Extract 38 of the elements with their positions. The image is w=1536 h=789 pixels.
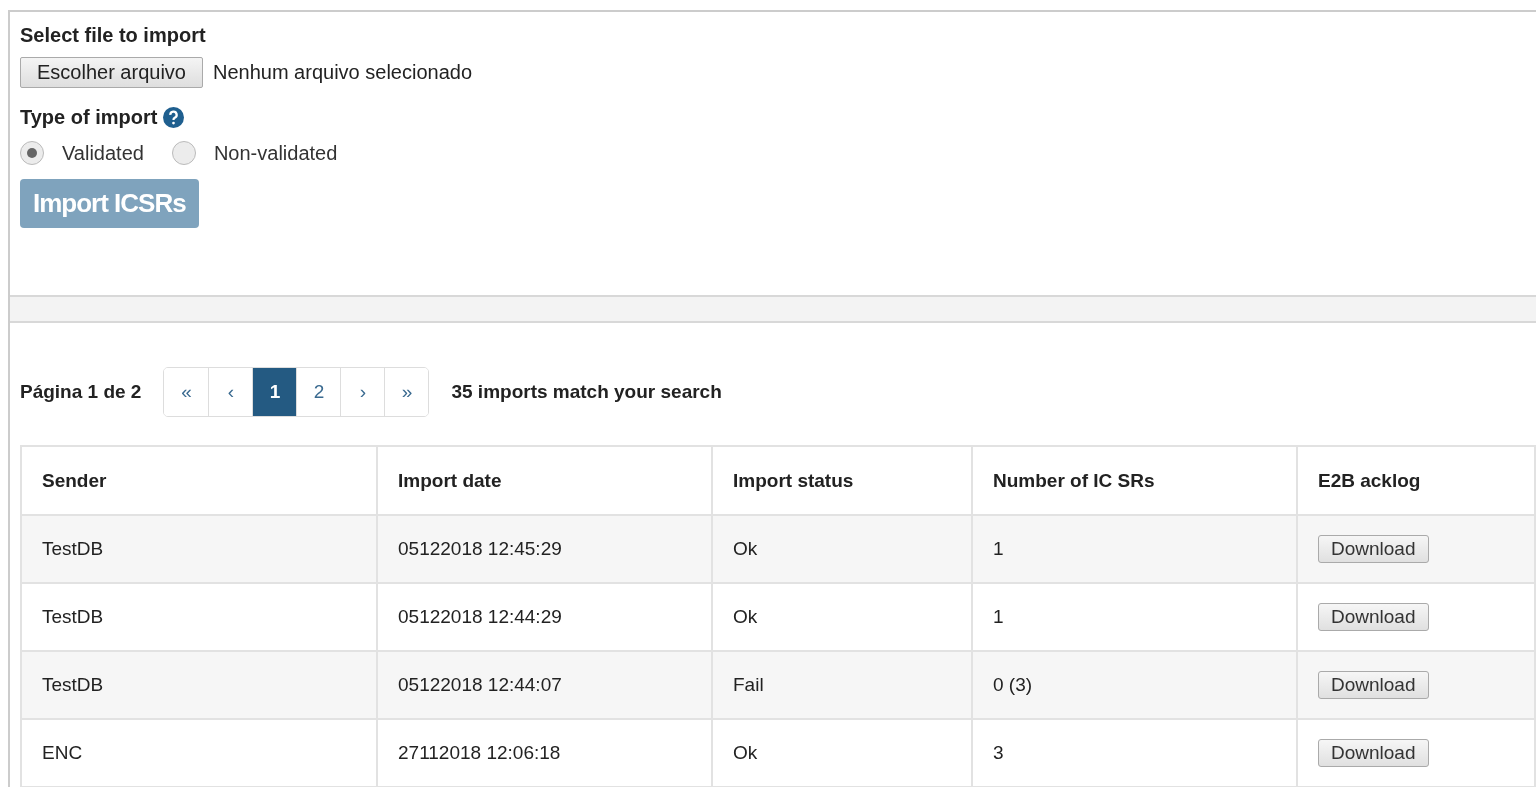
table-cell: Ok	[712, 515, 972, 583]
page-link[interactable]: »	[384, 368, 429, 416]
download-button[interactable]: Download	[1318, 671, 1429, 699]
column-header: E2B acklog	[1297, 446, 1535, 515]
table-cell: TestDB	[21, 583, 377, 651]
download-button[interactable]: Download	[1318, 739, 1429, 767]
table-cell: 27112018 12:06:18	[377, 719, 712, 787]
page-link[interactable]: 1	[252, 368, 297, 416]
download-button[interactable]: Download	[1318, 603, 1429, 631]
column-header: Sender	[21, 446, 377, 515]
radio-label: Validated	[62, 141, 144, 165]
table-cell: 05122018 12:45:29	[377, 515, 712, 583]
column-header: Import date	[377, 446, 712, 515]
help-icon[interactable]	[163, 107, 185, 128]
table-cell: 05122018 12:44:07	[377, 651, 712, 719]
table-cell: 1	[972, 515, 1297, 583]
table-cell: 05122018 12:44:29	[377, 583, 712, 651]
table-cell: TestDB	[21, 515, 377, 583]
field-label: Type of import	[20, 106, 158, 129]
column-header: Number of IC SRs	[972, 446, 1297, 515]
table-cell: ENC	[21, 719, 377, 787]
table-cell: Ok	[712, 583, 972, 651]
page-info: Página 1 de 2	[20, 381, 142, 403]
table-cell: 1	[972, 583, 1297, 651]
field-label: Select file to import	[20, 24, 206, 47]
choose-file-button[interactable]: Escolher arquivo	[20, 57, 203, 88]
column-header: Import status	[712, 446, 972, 515]
radio-label: Non-validated	[213, 141, 338, 165]
table-cell: Ok	[712, 719, 972, 787]
result-count: 35 imports match your search	[451, 381, 722, 403]
file-status: Nenhum arquivo selecionado	[212, 61, 473, 84]
download-button[interactable]: Download	[1318, 535, 1429, 563]
table-cell: TestDB	[21, 651, 377, 719]
radio-button[interactable]	[20, 141, 44, 165]
table-cell: 0 (3)	[972, 651, 1297, 719]
table-cell: 3	[972, 719, 1297, 787]
table-cell: Fail	[712, 651, 972, 719]
radio-button[interactable]	[171, 141, 196, 165]
